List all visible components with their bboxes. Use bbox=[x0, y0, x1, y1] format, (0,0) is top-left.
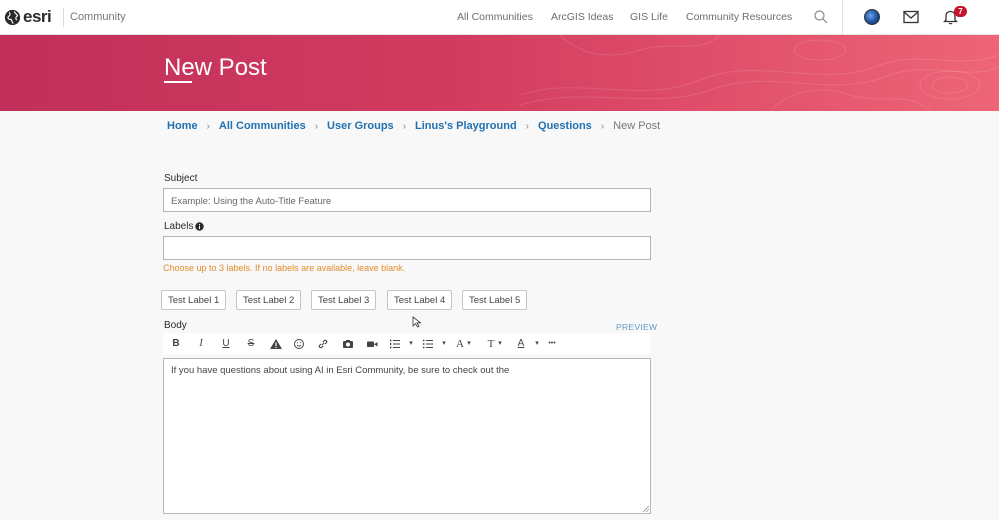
bold-button[interactable]: B bbox=[169, 337, 183, 351]
numbered-list-icon[interactable] bbox=[388, 337, 402, 351]
underline-button[interactable]: U bbox=[219, 337, 233, 351]
mail-icon[interactable] bbox=[903, 10, 919, 24]
globe-icon bbox=[4, 9, 21, 25]
emoji-icon[interactable] bbox=[292, 337, 306, 351]
chevron-right-icon: › bbox=[402, 120, 407, 132]
body-label: Body bbox=[164, 320, 187, 331]
subject-label: Subject bbox=[164, 173, 198, 184]
mouse-cursor-icon bbox=[412, 316, 422, 328]
label-chip[interactable]: Test Label 3 bbox=[311, 290, 377, 310]
chevron-right-icon: › bbox=[525, 120, 530, 132]
more-options-button[interactable]: ••• bbox=[544, 337, 560, 351]
strikethrough-button[interactable]: S bbox=[244, 337, 258, 351]
nav-community-resources[interactable]: Community Resources bbox=[686, 11, 792, 23]
chevron-right-icon: › bbox=[600, 120, 605, 132]
breadcrumb: Home › All Communities › User Groups › L… bbox=[167, 120, 660, 132]
community-label[interactable]: Community bbox=[70, 11, 126, 23]
nav-gis-life[interactable]: GIS Life bbox=[630, 11, 668, 23]
resize-handle-icon[interactable] bbox=[642, 505, 649, 512]
body-text: If you have questions about using AI in … bbox=[171, 365, 510, 376]
notification-badge: 7 bbox=[954, 6, 967, 17]
editor-toolbar: B I U S ▾ ▾ A ▾ T ▾ A ▾ ••• bbox=[163, 333, 651, 355]
label-chip[interactable]: Test Label 1 bbox=[161, 290, 227, 310]
chevron-right-icon: › bbox=[314, 120, 319, 132]
breadcrumb-all-communities[interactable]: All Communities bbox=[219, 120, 306, 132]
logo-divider bbox=[63, 8, 64, 27]
subject-input[interactable]: Example: Using the Auto-Title Feature bbox=[163, 188, 651, 212]
chevron-down-icon[interactable]: ▾ bbox=[462, 337, 476, 351]
label-chip[interactable]: Test Label 5 bbox=[462, 290, 528, 310]
chevron-down-icon[interactable]: ▾ bbox=[437, 337, 451, 351]
logo-text: esri bbox=[23, 7, 52, 26]
labels-input[interactable] bbox=[163, 236, 651, 260]
bulleted-list-icon[interactable] bbox=[421, 337, 435, 351]
breadcrumb-playground[interactable]: Linus's Playground bbox=[415, 120, 517, 132]
breadcrumb-questions[interactable]: Questions bbox=[538, 120, 592, 132]
page-title: New Post bbox=[164, 54, 267, 81]
topographic-pattern bbox=[520, 35, 999, 111]
chevron-down-icon[interactable]: ▾ bbox=[404, 337, 418, 351]
link-icon[interactable] bbox=[316, 337, 330, 351]
top-navigation-bar: esri Community All Communities ArcGIS Id… bbox=[0, 0, 999, 35]
labels-label: Labels bbox=[164, 221, 194, 232]
italic-button[interactable]: I bbox=[194, 337, 208, 351]
breadcrumb-user-groups[interactable]: User Groups bbox=[327, 120, 394, 132]
breadcrumb-home[interactable]: Home bbox=[167, 120, 198, 132]
nav-divider bbox=[842, 0, 843, 35]
user-avatar[interactable] bbox=[864, 9, 880, 25]
chevron-down-icon[interactable]: ▾ bbox=[530, 337, 544, 351]
label-chip[interactable]: Test Label 4 bbox=[387, 290, 453, 310]
body-editor[interactable]: If you have questions about using AI in … bbox=[163, 358, 651, 514]
label-chip[interactable]: Test Label 2 bbox=[236, 290, 302, 310]
labels-label-row: Labels bbox=[164, 221, 205, 232]
page-banner: New Post bbox=[0, 35, 999, 111]
breadcrumb-current: New Post bbox=[613, 120, 661, 132]
video-icon[interactable] bbox=[365, 337, 379, 351]
camera-icon[interactable] bbox=[341, 337, 355, 351]
preview-link[interactable]: PREVIEW bbox=[616, 322, 657, 332]
info-icon[interactable] bbox=[195, 222, 205, 231]
labels-hint: Choose up to 3 labels. If no labels are … bbox=[163, 263, 406, 273]
chevron-down-icon[interactable]: ▾ bbox=[493, 337, 507, 351]
warning-icon[interactable] bbox=[269, 337, 283, 351]
nav-arcgis-ideas[interactable]: ArcGIS Ideas bbox=[551, 11, 613, 23]
title-underline bbox=[164, 81, 192, 83]
chevron-right-icon: › bbox=[206, 120, 210, 132]
esri-logo[interactable]: esri bbox=[4, 7, 52, 27]
text-color-button[interactable]: A bbox=[514, 337, 528, 351]
search-icon[interactable] bbox=[813, 9, 829, 25]
nav-all-communities[interactable]: All Communities bbox=[457, 11, 533, 23]
